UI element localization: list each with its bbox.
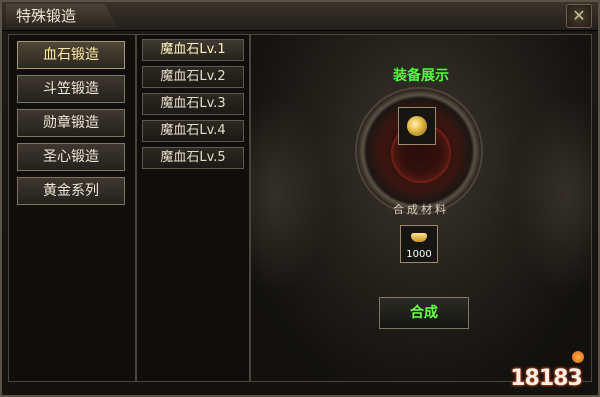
special-forge-window: 特殊锻造 ✕ 血石锻造 斗笠锻造 勋章锻造 圣心锻造 黄金系列 魔血石Lv.1 … [0, 0, 600, 397]
materials-label: 合成材料 [393, 203, 449, 216]
result-item-slot[interactable] [398, 107, 436, 145]
watermark-logo: 18183 [500, 351, 592, 391]
category-hat[interactable]: 斗笠锻造 [17, 75, 125, 103]
equipment-display-title: 装备展示 [393, 68, 449, 84]
dragon-ornament-right [511, 95, 591, 295]
close-icon[interactable]: ✕ [566, 4, 592, 28]
subitem-lv3[interactable]: 魔血石Lv.3 [142, 93, 244, 115]
category-list: 血石锻造 斗笠锻造 勋章锻造 圣心锻造 黄金系列 [8, 34, 136, 382]
watermark-text: 18183 [510, 366, 583, 391]
dragon-ornament-left [251, 95, 331, 295]
category-holy-heart[interactable]: 圣心锻造 [17, 143, 125, 171]
subitem-lv1[interactable]: 魔血石Lv.1 [142, 39, 244, 61]
material-slot[interactable]: 1000 [400, 225, 438, 263]
blood-stone-gem-icon [407, 116, 427, 136]
watermark-flame-icon [572, 351, 584, 363]
subitem-list: 魔血石Lv.1 魔血石Lv.2 魔血石Lv.3 魔血石Lv.4 魔血石Lv.5 [136, 34, 250, 382]
titlebar: 特殊锻造 ✕ [2, 2, 598, 31]
material-count: 1000 [406, 249, 432, 260]
category-gold-series[interactable]: 黄金系列 [17, 177, 125, 205]
category-blood-stone[interactable]: 血石锻造 [17, 41, 125, 69]
subitem-lv2[interactable]: 魔血石Lv.2 [142, 66, 244, 88]
subitem-lv5[interactable]: 魔血石Lv.5 [142, 147, 244, 169]
subitem-lv4[interactable]: 魔血石Lv.4 [142, 120, 244, 142]
category-medal[interactable]: 勋章锻造 [17, 109, 125, 137]
gold-ingot-icon [411, 233, 427, 242]
display-panel: 装备展示 合成材料 1000 合成 [250, 34, 592, 382]
window-title: 特殊锻造 [6, 4, 118, 28]
craft-button[interactable]: 合成 [379, 297, 469, 329]
